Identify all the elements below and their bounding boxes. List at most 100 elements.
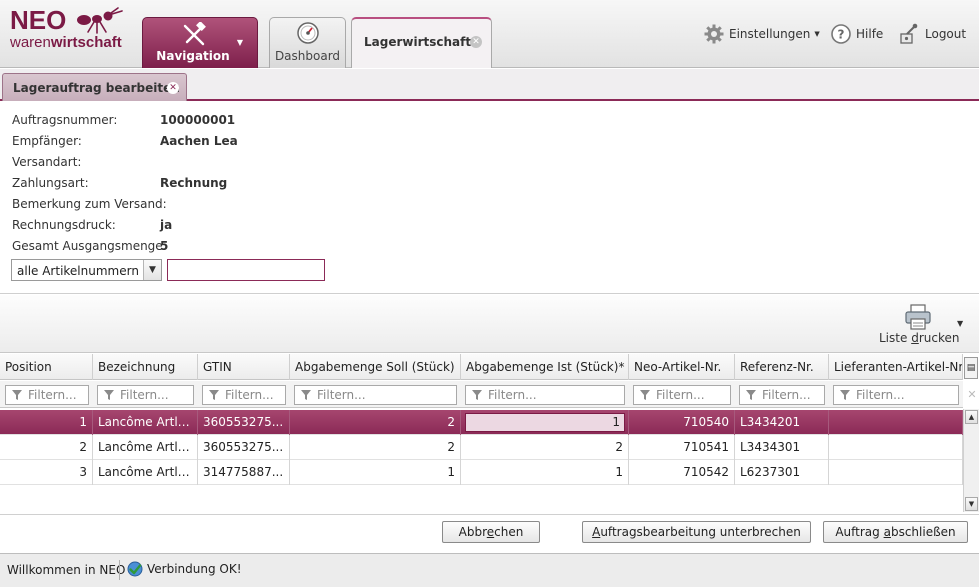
filter-icon xyxy=(12,390,22,400)
scroll-up-icon[interactable]: ▲ xyxy=(965,410,978,424)
column-header-referenz-nr[interactable]: Referenz-Nr. xyxy=(735,354,829,380)
filter-icon xyxy=(104,390,114,400)
filter-input-bezeichnung[interactable]: Filtern... xyxy=(97,385,194,405)
cell-referenz-nr[interactable]: L3434201 xyxy=(735,410,829,435)
printer-icon xyxy=(905,304,931,330)
cell-lieferanten-artikel-nr[interactable] xyxy=(829,410,963,435)
column-header-neo-artikel-nr[interactable]: Neo-Artikel-Nr. xyxy=(629,354,735,380)
article-search-input[interactable] xyxy=(167,259,325,281)
cell-referenz-nr[interactable]: L6237301 xyxy=(735,460,829,485)
cell-lieferanten-artikel-nr[interactable] xyxy=(829,460,963,485)
column-header-abgabemenge-soll[interactable]: Abgabemenge Soll (Stück) xyxy=(290,354,461,380)
status-bar: Willkommen in NEO Verbindung OK! xyxy=(0,553,979,587)
help-button[interactable]: ? Hilfe xyxy=(831,22,883,46)
cell-abgabemenge-ist[interactable]: 1 xyxy=(461,460,629,485)
tab-navigation[interactable]: ▼ Navigation xyxy=(142,17,258,68)
cell-lieferanten-artikel-nr[interactable] xyxy=(829,435,963,460)
order-items-grid: Position Bezeichnung GTIN Abgabemenge So… xyxy=(0,354,979,514)
filter-input-position[interactable]: Filtern... xyxy=(5,385,89,405)
svg-text:?: ? xyxy=(838,28,845,42)
filter-input-abgabemenge-ist[interactable]: Filtern... xyxy=(465,385,625,405)
cell-gtin[interactable]: 314775887... xyxy=(198,460,290,485)
close-subtab-icon[interactable]: ✕ xyxy=(167,82,179,94)
cell-position[interactable]: 2 xyxy=(0,435,93,460)
abgabemenge-ist-editor[interactable]: 1 xyxy=(465,413,625,432)
cell-referenz-nr[interactable]: L3434301 xyxy=(735,435,829,460)
finish-order-button[interactable]: Auftrag abschließen xyxy=(823,521,968,543)
chevron-down-icon[interactable]: ▼ xyxy=(957,319,963,328)
tab-lagerauftrag-bearbeiten[interactable]: Lagerauftrag bearbeiten ✕ xyxy=(2,73,187,101)
app-header: NEO warenwirtschaft ▼ Navigation Dashboa… xyxy=(0,0,979,68)
gauge-icon xyxy=(297,22,319,44)
column-header-lieferanten-artikel-nr[interactable]: Lieferanten-Artikel-Nr. xyxy=(829,354,963,380)
rechnungsdruck-label: Rechnungsdruck: xyxy=(12,218,116,232)
welcome-text: Willkommen in NEO xyxy=(7,563,126,577)
cell-abgabemenge-soll[interactable]: 1 xyxy=(290,460,461,485)
scroll-down-icon[interactable]: ▼ xyxy=(965,497,978,511)
help-label: Hilfe xyxy=(856,27,884,41)
column-header-position[interactable]: Position xyxy=(0,354,93,380)
zahlungsart-label: Zahlungsart: xyxy=(12,176,89,190)
interrupt-order-button[interactable]: Auftragsbearbeitung unterbrechen xyxy=(582,521,811,543)
table-row[interactable]: 3 Lancôme Artlin... 314775887... 1 1 710… xyxy=(0,460,963,485)
column-header-bezeichnung[interactable]: Bezeichnung xyxy=(93,354,198,380)
cell-bezeichnung[interactable]: Lancôme Artlin... xyxy=(93,460,198,485)
subtab-bar: Lagerauftrag bearbeiten ✕ xyxy=(0,69,979,101)
close-tab-icon[interactable]: ✕ xyxy=(470,36,482,48)
chevron-down-icon: ▼ xyxy=(236,38,243,47)
filter-input-gtin[interactable]: Filtern... xyxy=(202,385,286,405)
filter-input-referenz-nr[interactable]: Filtern... xyxy=(739,385,825,405)
tab-dashboard[interactable]: Dashboard xyxy=(269,17,346,68)
grid-toolbar: Liste drucken ▼ xyxy=(0,295,979,353)
print-list-button[interactable]: Liste drucken ▼ xyxy=(875,301,963,347)
cell-gtin[interactable]: 360553275... xyxy=(198,410,290,435)
subtab-label: Lagerauftrag bearbeiten xyxy=(13,81,180,95)
cell-position[interactable]: 1 xyxy=(0,410,93,435)
auftragsnummer-label: Auftragsnummer: xyxy=(12,113,118,127)
cell-position[interactable]: 3 xyxy=(0,460,93,485)
column-header-gtin[interactable]: GTIN xyxy=(198,354,290,380)
table-row[interactable]: 2 Lancôme Artlin... 360553275... 2 2 710… xyxy=(0,435,963,460)
table-row[interactable]: 1 Lancôme Artlin... 360553275... 2 1 710… xyxy=(0,410,963,435)
auftragsnummer-value: 100000001 xyxy=(160,113,236,127)
cell-neo-artikel-nr[interactable]: 710542 xyxy=(629,460,735,485)
cell-abgabemenge-soll[interactable]: 2 xyxy=(290,410,461,435)
filter-input-abgabemenge-soll[interactable]: Filtern... xyxy=(294,385,457,405)
dropdown-arrow-icon[interactable]: ▼ xyxy=(143,260,161,280)
cell-gtin[interactable]: 360553275... xyxy=(198,435,290,460)
status-divider xyxy=(119,560,120,580)
column-chooser-icon[interactable]: ▤ xyxy=(964,357,978,379)
empfaenger-label: Empfänger: xyxy=(12,134,82,148)
article-number-select-value: alle Artikelnummern xyxy=(17,264,139,278)
cell-bezeichnung[interactable]: Lancôme Artlin... xyxy=(93,410,198,435)
filter-icon xyxy=(472,390,482,400)
print-list-label: Liste drucken xyxy=(879,331,960,345)
connection-status: Verbindung OK! xyxy=(127,561,242,577)
gesamt-ausgangsmenge-label: Gesamt Ausgangsmenge: xyxy=(12,239,167,253)
cell-bezeichnung[interactable]: Lancôme Artlin... xyxy=(93,435,198,460)
cell-neo-artikel-nr[interactable]: 710540 xyxy=(629,410,735,435)
ant-logo-icon xyxy=(77,7,123,34)
tab-lagerwirtschaft-label: Lagerwirtschaft xyxy=(364,35,472,49)
logout-button[interactable]: Logout xyxy=(898,22,966,46)
article-number-select[interactable]: alle Artikelnummern ▼ xyxy=(11,259,162,281)
versandart-label: Versandart: xyxy=(12,155,82,169)
cell-neo-artikel-nr[interactable]: 710541 xyxy=(629,435,735,460)
cell-abgabemenge-ist[interactable]: 1 xyxy=(461,410,629,435)
filter-input-neo-artikel-nr[interactable]: Filtern... xyxy=(633,385,731,405)
filter-input-lieferanten-artikel-nr[interactable]: Filtern... xyxy=(833,385,959,405)
logo-warenwirtschaft-text: warenwirtschaft xyxy=(10,34,122,51)
filter-icon xyxy=(640,390,650,400)
filter-icon xyxy=(840,390,850,400)
clear-filter-icon[interactable]: ✕ xyxy=(966,384,978,406)
column-header-abgabemenge-ist[interactable]: Abgabemenge Ist (Stück)* xyxy=(461,354,629,380)
grid-vertical-scrollbar[interactable]: ▲ ▼ xyxy=(963,409,979,512)
logout-label: Logout xyxy=(925,27,967,41)
logout-icon xyxy=(900,23,918,44)
cancel-button[interactable]: Abbrechen xyxy=(442,521,540,543)
settings-menu[interactable]: Einstellungen ▼ xyxy=(704,22,820,46)
cell-abgabemenge-soll[interactable]: 2 xyxy=(290,435,461,460)
grid-header-row: Position Bezeichnung GTIN Abgabemenge So… xyxy=(0,354,963,380)
tab-lagerwirtschaft[interactable]: Lagerwirtschaft ✕ xyxy=(351,17,492,68)
cell-abgabemenge-ist[interactable]: 2 xyxy=(461,435,629,460)
